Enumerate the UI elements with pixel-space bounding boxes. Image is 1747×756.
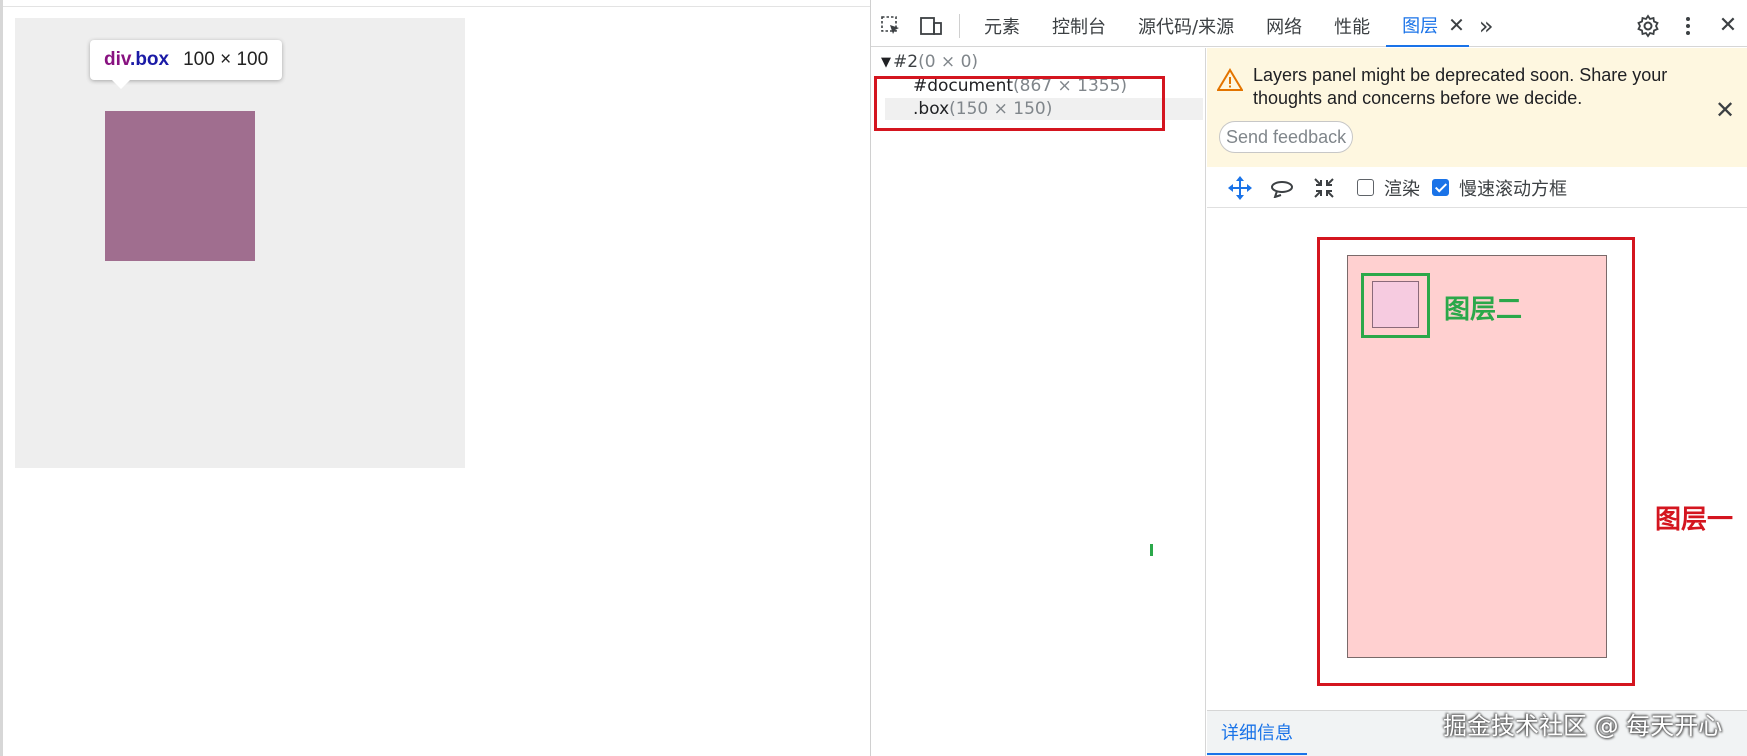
- expand-triangle-icon[interactable]: ▼: [881, 55, 891, 70]
- box-element[interactable]: [105, 111, 255, 261]
- gray-container: [15, 18, 465, 468]
- annotation-label-layer-two: 图层二: [1444, 295, 1523, 325]
- more-options-icon[interactable]: [1668, 5, 1708, 47]
- more-tabs-icon: »: [1478, 11, 1494, 40]
- toolbar-separator: [959, 13, 960, 38]
- devtools-panel: 元素 控制台 源代码/来源 网络 性能 图层 ✕ » ✕ ▼ #2 (0 × 0)…: [870, 0, 1747, 756]
- tree-root-dims: (0 × 0): [918, 52, 979, 72]
- tab-elements[interactable]: 元素: [968, 5, 1036, 47]
- tree-root-name: #2: [893, 52, 919, 72]
- window-edge: [0, 0, 3, 756]
- render-checkbox-label: 渲染: [1384, 178, 1420, 200]
- rotate-mode-icon[interactable]: [1261, 168, 1303, 208]
- more-tabs-button[interactable]: »: [1469, 5, 1504, 47]
- close-warning-icon[interactable]: ✕: [1715, 96, 1735, 124]
- tab-details[interactable]: 详细信息: [1207, 711, 1307, 755]
- tab-label: 控制台: [1052, 16, 1106, 38]
- green-marker: [1150, 544, 1153, 556]
- tooltip-tag: div: [104, 49, 131, 70]
- slow-scroll-checkbox-box[interactable]: [1432, 179, 1449, 196]
- close-tab-icon[interactable]: ✕: [1448, 13, 1465, 37]
- annotation-green-frame: [1361, 273, 1430, 338]
- layers-3d-view[interactable]: 图层二 图层一: [1207, 209, 1747, 710]
- tab-network[interactable]: 网络: [1250, 5, 1318, 47]
- tooltip-selector: div.box: [104, 49, 169, 71]
- tab-sources[interactable]: 源代码/来源: [1122, 5, 1250, 47]
- tooltip-size: 100 × 100: [183, 49, 269, 70]
- slow-scroll-checkbox[interactable]: 慢速滚动方框: [1432, 175, 1567, 201]
- annotation-red-box: [874, 76, 1165, 131]
- slow-scroll-checkbox-label: 慢速滚动方框: [1459, 178, 1567, 200]
- tab-label: 元素: [984, 16, 1020, 38]
- layers-panel: Layers panel might be deprecated soon. S…: [1207, 48, 1747, 756]
- tab-label: 网络: [1266, 16, 1303, 38]
- reset-transform-icon[interactable]: [1303, 168, 1345, 208]
- tooltip-class: .box: [130, 49, 170, 70]
- tab-label: 图层: [1402, 15, 1439, 37]
- page-viewport: div.box 100 × 100: [0, 0, 870, 756]
- watermark: 掘金技术社区 @ 每天开心: [1443, 712, 1723, 740]
- settings-gear-icon[interactable]: [1628, 5, 1668, 47]
- tab-label: 源代码/来源: [1138, 16, 1235, 38]
- tree-row-root[interactable]: ▼ #2 (0 × 0): [881, 51, 978, 73]
- warning-icon: [1216, 68, 1244, 96]
- layer-tree: ▼ #2 (0 × 0) #document (867 × 1355) .box…: [871, 48, 1206, 756]
- annotation-label-layer-one: 图层一: [1655, 505, 1734, 535]
- tab-layers[interactable]: 图层 ✕: [1386, 5, 1469, 47]
- device-toolbar-icon[interactable]: [911, 5, 951, 47]
- devtools-toolbar: 元素 控制台 源代码/来源 网络 性能 图层 ✕ » ✕: [871, 5, 1747, 47]
- top-border: [0, 6, 870, 7]
- tab-label: 性能: [1334, 16, 1371, 38]
- tab-performance[interactable]: 性能: [1318, 5, 1386, 47]
- pan-mode-icon[interactable]: [1219, 168, 1261, 208]
- deprecation-warning: Layers panel might be deprecated soon. S…: [1207, 48, 1747, 167]
- warning-text: Layers panel might be deprecated soon. S…: [1253, 65, 1668, 108]
- send-feedback-button[interactable]: Send feedback: [1219, 121, 1354, 153]
- inspect-element-icon[interactable]: [871, 5, 911, 47]
- render-checkbox-box[interactable]: [1357, 179, 1374, 196]
- inspect-tooltip: div.box 100 × 100: [90, 40, 283, 89]
- render-checkbox[interactable]: 渲染: [1357, 175, 1420, 201]
- close-devtools-icon[interactable]: ✕: [1708, 5, 1747, 47]
- tab-console[interactable]: 控制台: [1036, 5, 1122, 47]
- layers-toolbar: 渲染 慢速滚动方框: [1207, 168, 1747, 208]
